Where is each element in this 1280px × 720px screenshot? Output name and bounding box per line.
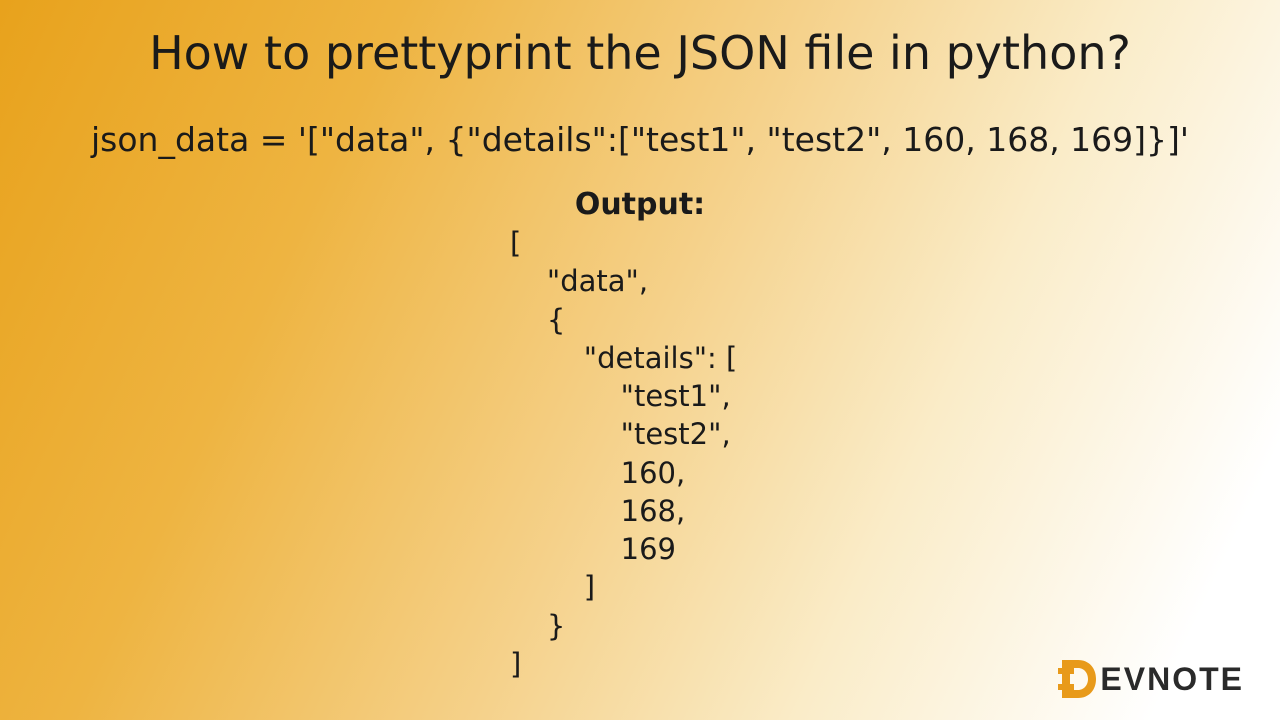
logo-d-icon: [1058, 658, 1098, 700]
output-block: Output: [ "data", { "details": [ "test1"…: [0, 187, 1280, 683]
code-input-line: json_data = '["data", {"details":["test1…: [0, 120, 1280, 159]
page-title: How to prettyprint the JSON file in pyth…: [0, 0, 1280, 80]
logo-text: EVNOTE: [1100, 661, 1244, 698]
output-label: Output:: [0, 187, 1280, 222]
devnote-logo: EVNOTE: [1058, 658, 1244, 700]
output-json: [ "data", { "details": [ "test1", "test2…: [510, 224, 1280, 683]
